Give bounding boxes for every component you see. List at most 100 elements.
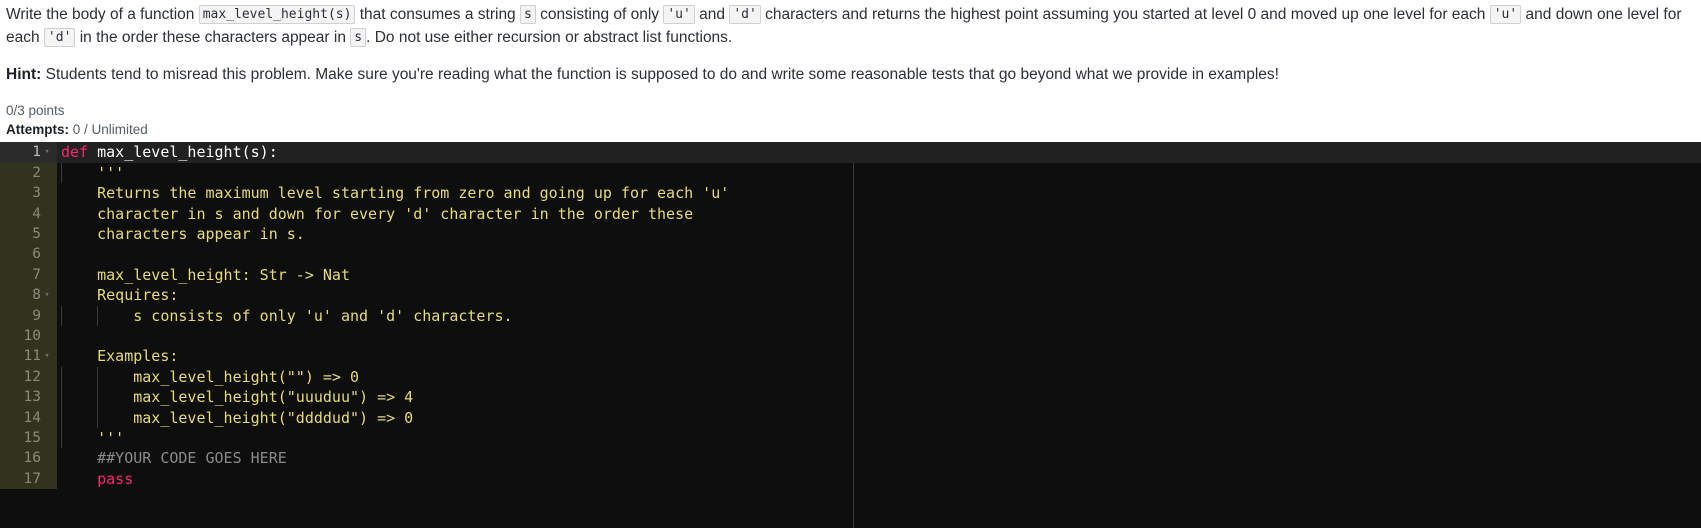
code-editor[interactable]: 1 ▾ def max_level_height(s): 2 ''' 3 Returns… [0,142,1701,529]
line-number: 13 [23,389,41,406]
code-line-text[interactable]: Requires: [57,285,1701,305]
code-line-text[interactable]: pass [57,469,1701,489]
code-line-text[interactable]: max_level_height("") => 0 [57,366,1701,388]
code-line-text[interactable]: Returns the maximum level starting from … [57,183,1701,203]
line-number: 8 [32,287,41,304]
inline-code-token: 'u' [663,5,695,24]
line-gutter[interactable]: 15 [0,427,57,449]
line-number: 6 [32,246,41,263]
inline-code-token: 'd' [729,5,761,24]
line-gutter[interactable]: 5 [0,224,57,245]
line-gutter[interactable]: 6 [0,244,57,265]
fold-arrow-icon[interactable]: ▾ [41,346,53,366]
inline-code-token: 'u' [1489,5,1522,24]
inline-code-token: s [350,27,367,47]
code-line[interactable]: 16 ##YOUR CODE GOES HERE [0,448,1701,469]
code-line[interactable]: 5 characters appear in s. [0,224,1701,245]
problem-description: Write the body of a function max_level_h… [6,4,1693,50]
hint-text: Students tend to misread this problem. M… [41,65,1279,83]
code-line[interactable]: 11 ▾ Examples: [0,346,1701,367]
print-margin-ruler [853,162,854,529]
code-line[interactable]: 9 s consists of only 'u' and 'd' charact… [0,305,1701,326]
line-gutter[interactable]: 9 [0,305,57,326]
code-line-text[interactable]: max_level_height("ddddud") => 0 [57,407,1701,428]
code-token: characters appear in s. [61,225,305,243]
line-number: 3 [32,185,41,202]
line-number: 14 [23,409,41,426]
code-line[interactable]: 14 max_level_height("ddddud") => 0 [0,407,1701,428]
code-line-text[interactable]: def max_level_height(s): [57,142,1701,162]
code-lines-container[interactable]: 1 ▾ def max_level_height(s): 2 ''' 3 Returns… [0,142,1701,490]
line-gutter[interactable]: 8 ▾ [0,285,57,306]
indent-guide [61,305,62,326]
code-token: max_level_height: Str -> Nat [61,265,350,284]
line-number: 10 [23,327,41,344]
code-line-text[interactable]: max_level_height("uuuduu") => 4 [57,387,1701,408]
line-number: 11 [23,348,41,365]
indent-guide [97,387,99,408]
problem-text-run: in the order these characters appear in [75,28,351,46]
code-line-text[interactable]: character in s and down for every 'd' ch… [57,204,1701,224]
code-line[interactable]: 7 max_level_height: Str -> Nat [0,264,1701,286]
fold-arrow-icon[interactable]: ▾ [41,142,53,162]
line-gutter[interactable]: 12 [0,366,57,388]
code-line[interactable]: 8 ▾ Requires: [0,285,1701,306]
attempts-value: 0 / Unlimited [69,121,148,137]
indent-guide [61,427,62,449]
code-line[interactable]: 4 character in s and down for every 'd' … [0,203,1701,224]
code-line-text[interactable]: ##YOUR CODE GOES HERE [57,448,1701,468]
hint-paragraph: Hint: Students tend to misread this prob… [6,64,1693,87]
line-gutter[interactable]: 16 [0,448,57,469]
code-line[interactable]: 2 ''' [0,162,1701,184]
code-line-text[interactable]: s consists of only 'u' and 'd' character… [57,305,1701,326]
hint-label: Hint: [6,65,42,83]
line-number: 1 [32,144,41,161]
line-number: 12 [23,368,41,385]
line-gutter[interactable]: 3 [0,183,57,204]
code-line[interactable]: 13 max_level_height("uuuduu") => 4 [0,387,1701,408]
code-line[interactable]: 15 ''' [0,427,1701,449]
code-line-text[interactable] [57,326,1701,346]
code-token: ''' [61,163,125,182]
code-line-text[interactable] [57,244,1701,264]
line-gutter[interactable]: 1 ▾ [0,142,57,163]
code-line[interactable]: 6 [0,244,1701,265]
line-gutter[interactable]: 13 [0,387,57,408]
fold-arrow-icon[interactable]: ▾ [41,285,53,305]
code-token: max_level_height(s): [97,143,278,162]
line-number: 2 [32,164,41,181]
line-number: 15 [23,429,41,446]
line-gutter[interactable]: 7 [0,264,57,286]
line-number: 9 [32,307,41,324]
indent-guide [61,366,62,388]
problem-text-run: and [694,6,730,23]
points-status: 0/3 points [6,103,65,119]
code-token: Examples: [61,347,179,366]
line-gutter[interactable]: 2 [0,162,57,184]
code-line[interactable]: 17 pass [0,468,1701,490]
code-line[interactable]: 12 max_level_height("") => 0 [0,366,1701,388]
code-line-text[interactable]: max_level_height: Str -> Nat [57,265,1701,285]
code-token: s consists of only 'u' and 'd' character… [61,306,513,325]
code-line-text[interactable]: ''' [57,427,1701,449]
attempts-label: Attempts: [6,121,69,137]
code-line-text[interactable]: characters appear in s. [57,224,1701,244]
line-number: 16 [23,450,41,467]
problem-text-run: consisting of only [535,6,664,23]
indent-guide [61,162,62,184]
code-line[interactable]: 3 Returns the maximum level starting fro… [0,183,1701,204]
code-line-text[interactable]: ''' [57,162,1701,184]
line-gutter[interactable]: 14 [0,407,57,428]
line-gutter[interactable]: 4 [0,203,57,224]
code-line[interactable]: 10 [0,325,1701,347]
line-gutter[interactable]: 10 [0,325,57,347]
inline-code-token: s [520,5,536,24]
indent-guide [61,407,62,428]
code-token: Returns the maximum level starting from … [61,184,730,203]
code-line-text[interactable]: Examples: [57,346,1701,366]
line-gutter[interactable]: 17 [0,468,57,490]
line-gutter[interactable]: 11 ▾ [0,346,57,367]
code-line[interactable]: 1 ▾ def max_level_height(s): [0,142,1701,163]
assignment-meta: 0/3 points Attempts: 0 / Unlimited [0,102,1701,138]
indent-guide [97,407,99,428]
